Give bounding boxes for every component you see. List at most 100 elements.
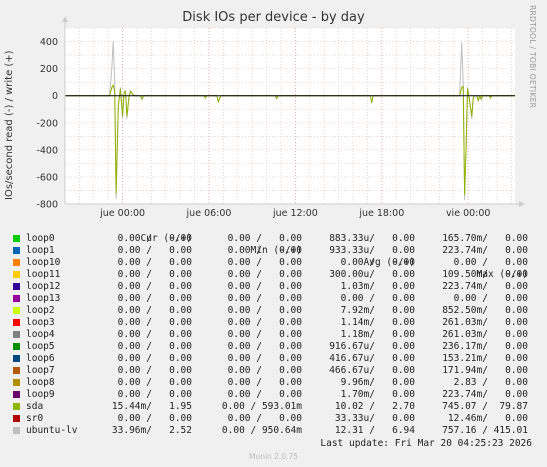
legend-row: ubuntu-lv 33.96m/ 2.52 0.00 / 950.64m 12.31… bbox=[0, 425, 547, 437]
legend-cur-value: 0.00 / 0.00 bbox=[117, 293, 192, 304]
legend-name: loop1 bbox=[26, 245, 55, 256]
legend-min-value: 0.00 / 0.00 bbox=[227, 281, 302, 292]
legend-swatch bbox=[13, 379, 20, 386]
legend-avg-value: 7.92m/ 0.00 bbox=[340, 305, 415, 316]
legend-avg-value: 9.96m/ 0.00 bbox=[340, 377, 415, 388]
legend-min-value: 0.00 / 0.00 bbox=[227, 341, 302, 352]
x-tick-label: jue 00:00 bbox=[99, 208, 145, 219]
legend-max-value: 261.03m/ 0.00 bbox=[442, 329, 528, 340]
legend-min-value: 0.00 / 593.01m bbox=[221, 401, 302, 412]
legend-name: loop2 bbox=[26, 305, 55, 316]
legend-max-value: 223.74m/ 0.00 bbox=[442, 245, 528, 256]
legend-min-value: 0.00 / 0.00 bbox=[227, 353, 302, 364]
legend-swatch bbox=[13, 295, 20, 302]
legend-row: loop4 0.00 / 0.00 0.00 / 0.00 1.18m/ 0.00 26… bbox=[0, 329, 547, 341]
legend-cur-value: 0.00 / 0.00 bbox=[117, 257, 192, 268]
legend-swatch bbox=[13, 283, 20, 290]
legend-min-value: 0.00 / 0.00 bbox=[227, 305, 302, 316]
legend-avg-value: 0.00 / 0.00 bbox=[340, 293, 415, 304]
legend-cur-value: 0.00 / 0.00 bbox=[117, 245, 192, 256]
legend-cur-value: 0.00 / 0.00 bbox=[117, 305, 192, 316]
legend-min-value: 0.00 / 0.00 bbox=[227, 317, 302, 328]
legend-name: loop8 bbox=[26, 377, 55, 388]
legend-name: sda bbox=[26, 401, 44, 412]
legend-row: loop13 0.00 / 0.00 0.00 / 0.00 0.00 / 0.00 0… bbox=[0, 293, 547, 305]
legend-max-value: 109.50m/ 0.00 bbox=[442, 269, 528, 280]
legend-min-value: 0.00 / 0.00 bbox=[227, 257, 302, 268]
x-axis-arrow bbox=[519, 201, 525, 207]
legend-max-value: 223.74m/ 0.00 bbox=[442, 281, 528, 292]
legend-min-value: 0.00 / 0.00 bbox=[227, 245, 302, 256]
legend-cur-value: 33.96m/ 2.52 bbox=[111, 425, 192, 436]
legend-max-value: 0.00 / 0.00 bbox=[453, 257, 528, 268]
legend-row: loop12 0.00 / 0.00 0.00 / 0.00 1.03m/ 0.00 2… bbox=[0, 281, 547, 293]
legend-min-value: 0.00 / 0.00 bbox=[227, 365, 302, 376]
legend-swatch bbox=[13, 319, 20, 326]
legend-avg-value: 916.67u/ 0.00 bbox=[329, 341, 415, 352]
legend-name: ubuntu-lv bbox=[26, 425, 78, 436]
legend-cur-value: 0.00 / 0.00 bbox=[117, 365, 192, 376]
y-tick-label: -800 bbox=[36, 200, 58, 211]
legend-swatch bbox=[13, 307, 20, 314]
legend-min-value: 0.00 / 0.00 bbox=[227, 293, 302, 304]
legend-min-value: 0.00 / 0.00 bbox=[227, 233, 302, 244]
legend-cur-value: 0.00 / 0.00 bbox=[117, 317, 192, 328]
legend-row: loop8 0.00 / 0.00 0.00 / 0.00 9.96m/ 0.00 2.… bbox=[0, 377, 547, 389]
chart-title: Disk IOs per device - by day bbox=[182, 10, 365, 25]
legend-row: loop0 0.00 / 0.00 0.00 / 0.00 883.33u/ 0.00… bbox=[0, 233, 547, 245]
y-tick-label: -200 bbox=[36, 118, 58, 129]
legend-cur-value: 0.00 / 0.00 bbox=[117, 281, 192, 292]
legend-swatch bbox=[13, 271, 20, 278]
legend-cur-value: 0.00 / 0.00 bbox=[117, 389, 192, 400]
legend-avg-value: 12.31 / 6.94 bbox=[334, 425, 415, 436]
legend-swatch bbox=[13, 247, 20, 254]
x-tick-label: jue 12:00 bbox=[272, 208, 318, 219]
legend-swatch bbox=[13, 403, 20, 410]
legend-min-value: 0.00 / 950.64m bbox=[221, 425, 302, 436]
legend-name: loop3 bbox=[26, 317, 55, 328]
legend-cur-value: 0.00 / 0.00 bbox=[117, 413, 192, 424]
legend-row: loop6 0.00 / 0.00 0.00 / 0.00 416.67u/ 0.00… bbox=[0, 353, 547, 365]
legend-name: loop13 bbox=[26, 293, 61, 304]
y-axis-label: IOs/second read (-) / write (+) bbox=[4, 50, 15, 200]
legend-row: loop3 0.00 / 0.00 0.00 / 0.00 1.14m/ 0.00 26… bbox=[0, 317, 547, 329]
legend-max-value: 0.00 / 0.00 bbox=[453, 293, 528, 304]
legend-max-value: 261.03m/ 0.00 bbox=[442, 317, 528, 328]
legend-max-value: 223.74m/ 0.00 bbox=[442, 389, 528, 400]
legend-cur-value: 0.00 / 0.00 bbox=[117, 341, 192, 352]
legend-swatch bbox=[13, 367, 20, 374]
legend-table: Cur (-/+) Min (-/+) Avg (-/+) Max (-/+) … bbox=[0, 221, 547, 437]
rrdtool-credit: RRDTOOL / TOBI OETIKER bbox=[528, 5, 537, 109]
legend-row: loop9 0.00 / 0.00 0.00 / 0.00 1.70m/ 0.00 22… bbox=[0, 389, 547, 401]
legend-avg-value: 1.18m/ 0.00 bbox=[340, 329, 415, 340]
legend-swatch bbox=[13, 391, 20, 398]
legend-max-value: 165.70m/ 0.00 bbox=[442, 233, 528, 244]
x-tick-label: jue 18:00 bbox=[358, 208, 404, 219]
plot-background bbox=[65, 28, 515, 204]
legend-cur-value: 0.00 / 0.00 bbox=[117, 329, 192, 340]
legend-swatch bbox=[13, 355, 20, 362]
legend-name: loop11 bbox=[26, 269, 61, 280]
legend-avg-value: 10.02 / 2.70 bbox=[334, 401, 415, 412]
legend-avg-value: 1.70m/ 0.00 bbox=[340, 389, 415, 400]
legend-name: sr0 bbox=[26, 413, 44, 424]
legend-swatch bbox=[13, 259, 20, 266]
legend-max-value: 757.16 / 415.01 bbox=[442, 425, 528, 436]
legend-max-value: 236.17m/ 0.00 bbox=[442, 341, 528, 352]
legend-row: loop11 0.00 / 0.00 0.00 / 0.00 300.00u/ 0.0… bbox=[0, 269, 547, 281]
legend-avg-value: 416.67u/ 0.00 bbox=[329, 353, 415, 364]
legend-row: loop7 0.00 / 0.00 0.00 / 0.00 466.67u/ 0.00… bbox=[0, 365, 547, 377]
last-update: Last update: Fri Mar 20 04:25:23 2026 bbox=[320, 438, 532, 449]
legend-max-value: 153.21m/ 0.00 bbox=[442, 353, 528, 364]
legend-name: loop6 bbox=[26, 353, 55, 364]
legend-avg-value: 1.14m/ 0.00 bbox=[340, 317, 415, 328]
legend-min-value: 0.00 / 0.00 bbox=[227, 329, 302, 340]
legend-name: loop9 bbox=[26, 389, 55, 400]
legend-max-value: 2.83 / 0.00 bbox=[453, 377, 528, 388]
legend-max-value: 745.07 / 79.87 bbox=[442, 401, 528, 412]
legend-avg-value: 0.00 / 0.00 bbox=[340, 257, 415, 268]
legend-max-value: 171.94m/ 0.00 bbox=[442, 365, 528, 376]
legend-cur-value: 0.00 / 0.00 bbox=[117, 377, 192, 388]
legend-name: loop7 bbox=[26, 365, 55, 376]
y-tick-label: 0 bbox=[52, 91, 58, 102]
